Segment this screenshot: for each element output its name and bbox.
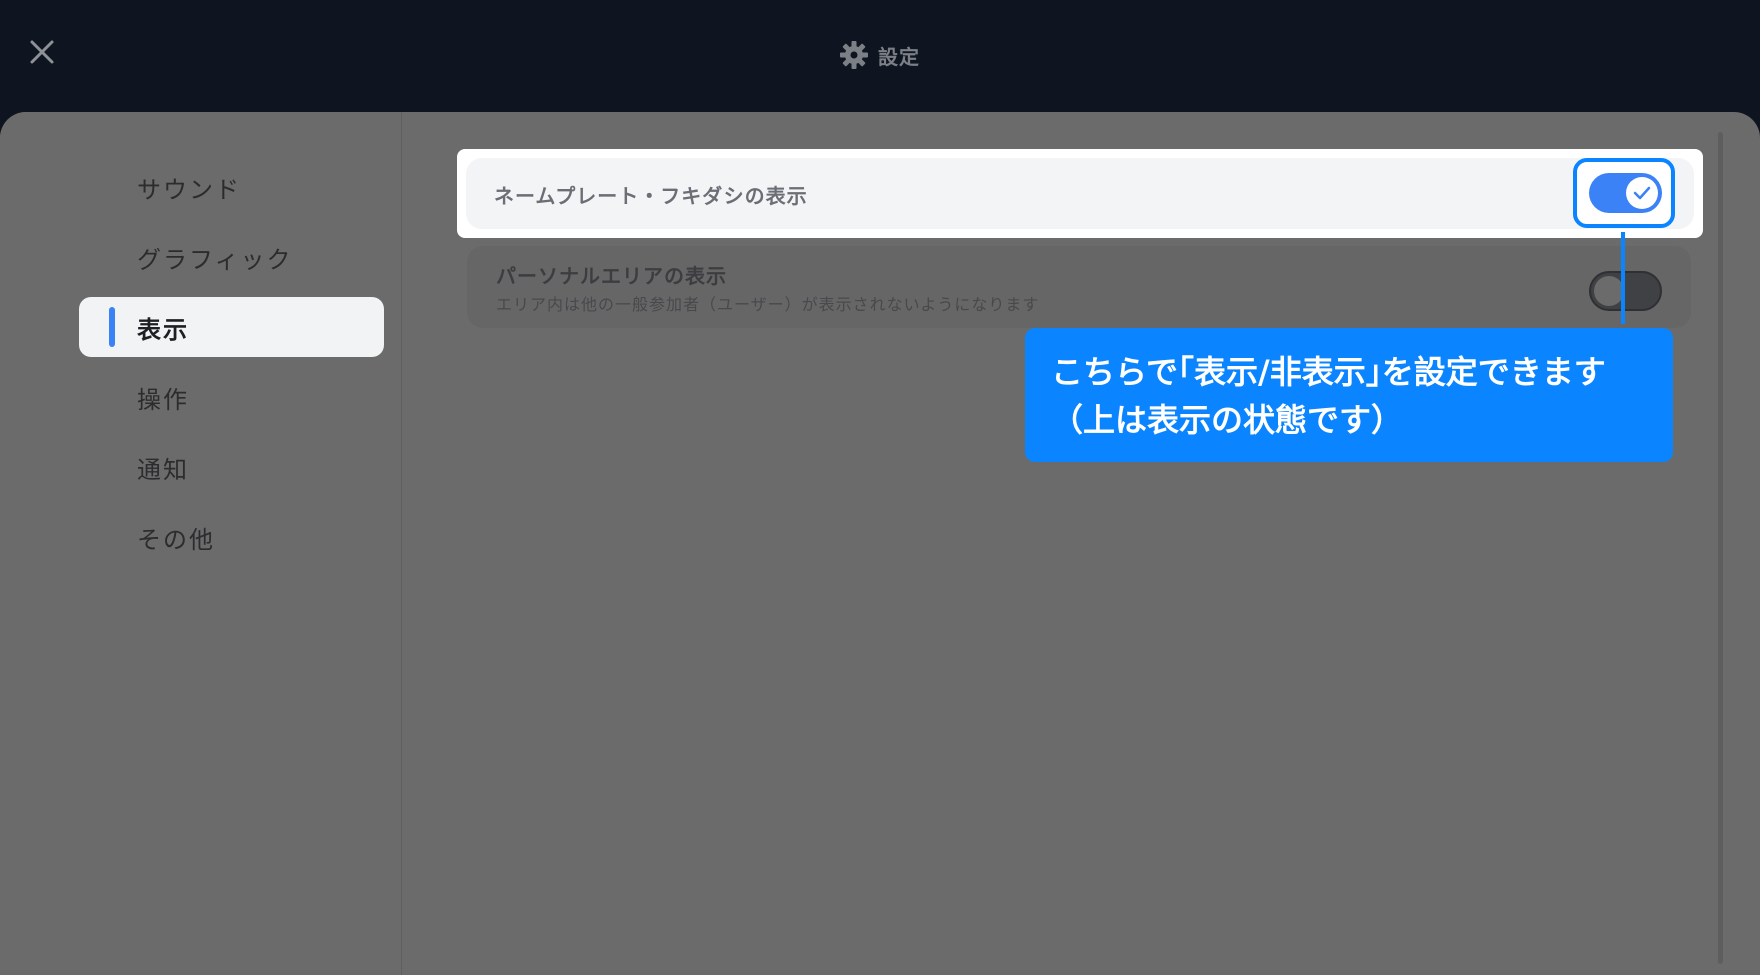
sidebar-item-label: その他: [137, 525, 215, 554]
nameplate-setting-label: ネームプレート・フキダシの表示: [494, 184, 808, 208]
personal-area-setting-row: パーソナルエリアの表示 エリア内は他の一般参加者（ユーザー）が表示されないように…: [467, 246, 1691, 328]
check-icon: [1633, 186, 1651, 200]
gear-icon: [840, 41, 868, 69]
toggle-knob: [1626, 177, 1658, 209]
sidebar: サウンド グラフィック 表示 操作 通知 その他: [0, 112, 402, 975]
sidebar-item-sound[interactable]: サウンド: [79, 157, 384, 217]
nameplate-setting-highlight: ネームプレート・フキダシの表示: [457, 149, 1703, 238]
sidebar-item-display[interactable]: 表示: [79, 297, 384, 357]
sidebar-item-label: サウンド: [137, 175, 241, 204]
nameplate-toggle[interactable]: [1589, 173, 1662, 213]
personal-area-setting-label: パーソナルエリアの表示: [496, 264, 727, 288]
sidebar-item-label: グラフィック: [137, 245, 293, 274]
personal-area-toggle[interactable]: [1589, 271, 1662, 311]
toggle-knob: [1594, 276, 1624, 306]
sidebar-item-label: 操作: [137, 385, 189, 414]
callout-line-2: （上は表示の状態です）: [1051, 401, 1404, 439]
nameplate-setting-row: ネームプレート・フキダシの表示: [466, 158, 1694, 229]
header-bar: 設定: [0, 0, 1760, 112]
sidebar-item-label: 表示: [137, 315, 189, 344]
sidebar-item-notifications[interactable]: 通知: [79, 437, 384, 497]
page-title: 設定: [838, 38, 920, 72]
scrollbar[interactable]: [1718, 132, 1723, 964]
sidebar-item-controls[interactable]: 操作: [79, 367, 384, 427]
personal-area-setting-description: エリア内は他の一般参加者（ユーザー）が表示されないようになります: [496, 295, 1040, 314]
close-button[interactable]: [22, 32, 62, 72]
close-icon[interactable]: [22, 32, 62, 72]
page-title-text: 設定: [878, 44, 920, 69]
callout-line-1: こちらで｢表示/非表示｣を設定できます: [1051, 353, 1606, 391]
sidebar-item-graphics[interactable]: グラフィック: [79, 227, 384, 287]
active-indicator: [109, 307, 115, 347]
sidebar-item-label: 通知: [137, 455, 189, 484]
callout-connector: [1621, 232, 1625, 324]
instruction-callout: こちらで｢表示/非表示｣を設定できます （上は表示の状態です）: [1025, 328, 1673, 462]
sidebar-item-other[interactable]: その他: [79, 507, 384, 567]
settings-panel: サウンド グラフィック 表示 操作 通知 その他 ネームプレート・フキダシの表示…: [0, 112, 1760, 975]
